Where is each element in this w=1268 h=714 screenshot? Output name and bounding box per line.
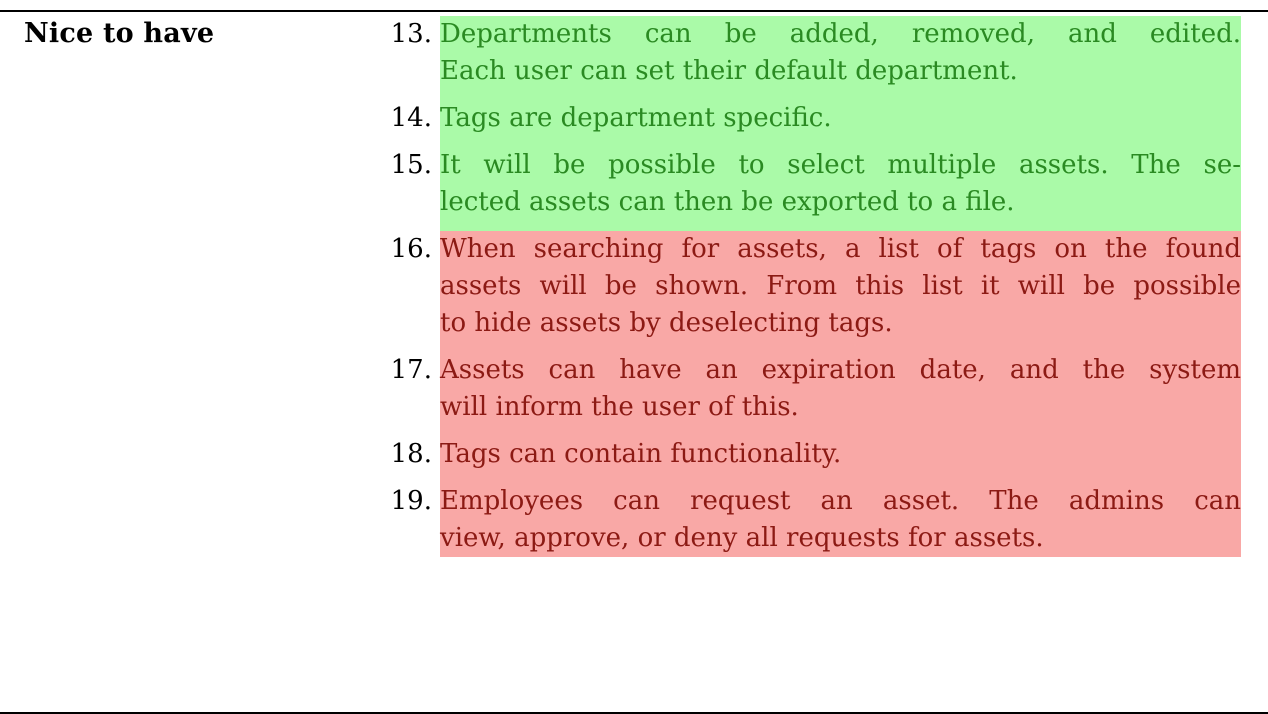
requirement-text: Tags are department specific. (440, 100, 1241, 147)
requirement-line: Employees can request an asset. The admi… (440, 486, 1241, 516)
requirement-line: Tags can contain functionality. (440, 439, 842, 469)
requirement-line: lected assets can then be exported to a … (440, 187, 1015, 217)
requirement-line: Tags are department specific. (440, 103, 832, 133)
requirement-text: When searching for assets, a list of tag… (440, 231, 1241, 352)
requirement-text: Tags can contain functionality. (440, 436, 1241, 483)
requirement-line: will inform the user of this. (440, 392, 799, 422)
requirement-number: 15. (390, 150, 432, 180)
requirement-item: 17. Assets can have an expiration date, a… (360, 342, 1250, 436)
requirement-line: Departments can be added, removed, and e… (440, 19, 1241, 49)
requirement-item: 19. Employees can request an asset. The a… (360, 473, 1250, 557)
requirement-text: Departments can be added, removed, and e… (440, 16, 1241, 100)
requirements-list: 13. Departments can be added, removed, an… (360, 6, 1250, 557)
requirement-text: It will be possible to select multiple a… (440, 147, 1241, 231)
requirement-item: 13. Departments can be added, removed, an… (360, 6, 1250, 100)
requirement-line: Assets can have an expiration date, and … (440, 355, 1241, 385)
requirement-line: view, approve, or deny all requests for … (440, 523, 1044, 553)
requirement-number: 14. (390, 103, 432, 133)
requirement-number: 17. (390, 355, 432, 385)
section-heading: Nice to have (24, 18, 215, 49)
requirement-line: assets will be shown. From this list it … (440, 271, 1241, 301)
requirement-line: It will be possible to select multiple a… (440, 150, 1241, 180)
requirement-number: 13. (390, 19, 432, 49)
requirement-text: Assets can have an expiration date, and … (440, 352, 1241, 436)
requirement-line: to hide assets by deselecting tags. (440, 308, 893, 338)
requirement-number: 16. (390, 234, 432, 264)
requirement-line: When searching for assets, a list of tag… (440, 234, 1241, 264)
requirement-number: 18. (390, 439, 432, 469)
requirement-item: 16. When searching for assets, a list of … (360, 221, 1250, 352)
requirement-text: Employees can request an asset. The admi… (440, 483, 1241, 557)
requirement-number: 19. (390, 486, 432, 516)
requirement-line: Each user can set their default departme… (440, 56, 1018, 86)
requirement-item: 15. It will be possible to select multipl… (360, 137, 1250, 231)
